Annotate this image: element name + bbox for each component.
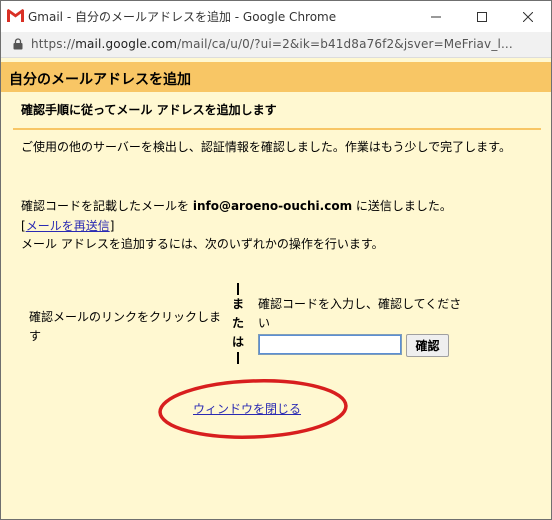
bracket-close: ]: [109, 219, 115, 233]
url-text[interactable]: https://mail.google.com/mail/ca/u/0/?ui=…: [31, 37, 513, 51]
or-separator: ま た は: [231, 283, 245, 364]
or-char: た: [231, 316, 244, 330]
dialog-content: 自分のメールアドレスを追加 確認手順に従ってメール アドレスを追加します ご使用…: [1, 58, 551, 519]
code-sent-prefix: 確認コードを記載したメールを: [21, 199, 193, 213]
minimize-icon: [431, 16, 441, 17]
minimize-button[interactable]: [413, 1, 459, 32]
maximize-button[interactable]: [459, 1, 505, 32]
verification-code-input[interactable]: [258, 334, 402, 355]
resend-email-link[interactable]: メールを再送信: [26, 219, 110, 233]
code-sent-suffix: に送信しました。: [352, 199, 452, 213]
divider: [13, 128, 541, 130]
lock-icon: [13, 38, 23, 50]
page-title: 自分のメールアドレスを追加: [9, 72, 191, 88]
instruction-text: メール アドレスを追加するには、次のいずれかの操作を行います。: [21, 237, 384, 251]
url-scheme: https://: [31, 37, 76, 51]
close-window-link[interactable]: ウィンドウを閉じる: [193, 400, 301, 417]
maximize-icon: [477, 11, 487, 22]
option-click-link: 確認メールのリンクをクリックします: [29, 310, 222, 343]
option-enter-code: 確認コードを入力し、確認してください: [258, 297, 462, 330]
window-title: Gmail - 自分のメールアドレスを追加 - Google Chrome: [28, 10, 337, 24]
confirm-button[interactable]: 確認: [406, 334, 449, 357]
or-char: ま: [231, 297, 244, 311]
separator-bar-bottom: [237, 352, 239, 364]
separator-bar-top: [237, 283, 239, 295]
header-band: 自分のメールアドレスを追加: [1, 62, 551, 92]
address-bar[interactable]: https://mail.google.com/mail/ca/u/0/?ui=…: [1, 32, 551, 58]
close-icon: [523, 11, 533, 22]
resend-line: [メールを再送信]: [21, 217, 114, 236]
email-address: info@aroeno-ouchi.com: [192, 199, 353, 213]
detection-message: ご使用の他のサーバーを検出し、認証情報を確認しました。作業はもう少しで完了します…: [21, 140, 511, 154]
url-path: /mail/ca/u/0/?ui=2&ik=b41d8a76f2&jsver=M…: [177, 37, 513, 51]
dialog-subtitle: 確認手順に従ってメール アドレスを追加します: [21, 103, 277, 117]
code-sent-message: 確認コードを記載したメールを info@aroeno-ouchi.com に送信…: [21, 197, 452, 216]
title-bar[interactable]: Gmail - 自分のメールアドレスを追加 - Google Chrome: [1, 1, 551, 32]
close-window-button[interactable]: [505, 1, 551, 32]
url-host: mail.google.com: [75, 37, 178, 51]
or-char: は: [231, 335, 244, 349]
gmail-icon: [7, 9, 24, 22]
browser-window: Gmail - 自分のメールアドレスを追加 - Google Chrome ht…: [0, 0, 552, 520]
